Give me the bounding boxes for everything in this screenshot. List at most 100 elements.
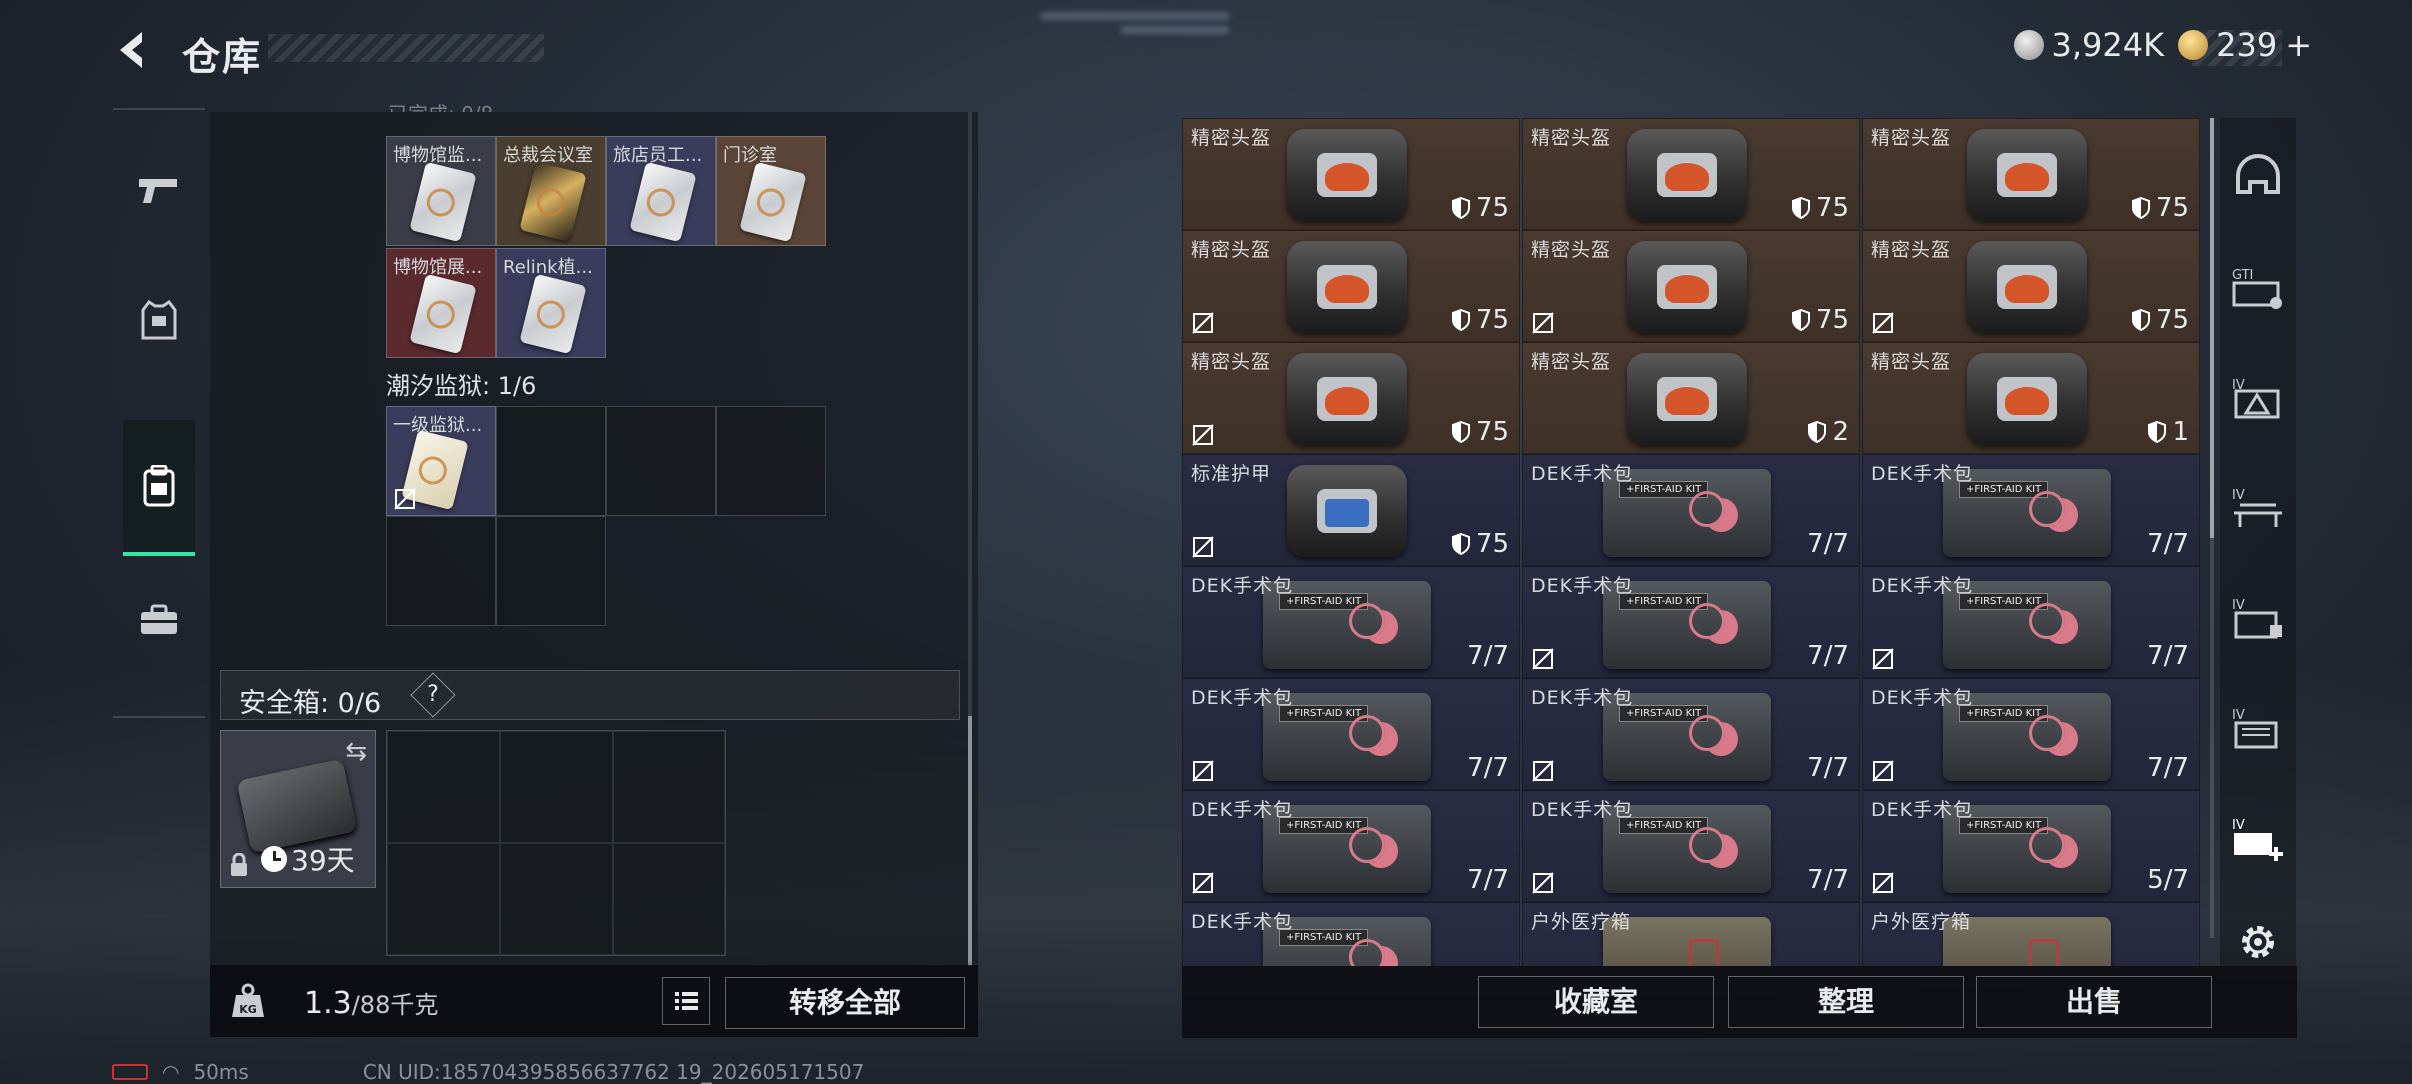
ceiling-light [1120,26,1230,34]
right-scrollbar-thumb[interactable] [2210,118,2214,538]
empty-slot[interactable] [606,406,716,516]
tab-equipment[interactable] [123,280,195,360]
item-name: 精密头盔 [1191,239,1272,261]
help-icon[interactable]: ? [410,672,456,718]
stash-item[interactable]: DEK手术包 7/7 [1182,790,1520,902]
svg-text:GTI: GTI [2232,268,2253,283]
stash-item[interactable]: DEK手术包 7/7 [1522,678,1860,790]
tab-tools[interactable] [123,580,195,660]
item-name: DEK手术包 [1531,575,1634,597]
keycard-slot[interactable]: 一级监狱... [386,406,496,516]
secure-case-slot[interactable]: ⇆ 39天 [220,730,376,888]
keycard-name: 一级监狱... [393,415,483,436]
safe-slot[interactable] [500,731,613,843]
keycard-slot[interactable]: 旅店员工... [606,136,716,246]
stash-item[interactable]: 精密头盔 2 [1522,342,1860,454]
safe-slot[interactable] [613,731,725,843]
clock-icon [261,846,287,872]
item-value-text: 7/7 [1807,641,1849,671]
keycard-slot[interactable]: Relink植... [496,248,606,358]
empty-slot[interactable] [496,406,606,516]
organize-button[interactable]: 整理 [1728,976,1964,1028]
safe-box-grid[interactable] [386,730,726,956]
gold-currency[interactable]: 239 + [2178,26,2312,64]
rail-tab-2[interactable]: GTI [2228,258,2288,318]
item-value: 2 [1808,417,1849,447]
silver-coin-icon [2013,30,2044,60]
keycard-slot[interactable]: 博物馆展... [386,248,496,358]
stash-item[interactable]: 精密头盔 75 [1522,230,1860,342]
rail-tab-6[interactable]: IV [2228,698,2288,758]
stash-item[interactable]: 精密头盔 75 [1182,230,1520,342]
stash-item[interactable]: DEK手术包 7/7 [1522,566,1860,678]
safe-slot[interactable] [613,843,725,955]
helmet-image [1967,241,2087,333]
safe-slot[interactable] [387,731,500,843]
tab-consumables[interactable] [123,420,195,556]
left-scrollbar-thumb[interactable] [968,716,972,966]
stash-item[interactable]: 户外医疗箱 [1522,902,1860,966]
stash-item[interactable]: 精密头盔 75 [1182,342,1520,454]
item-name: 精密头盔 [1531,239,1612,261]
sell-button[interactable]: 出售 [1976,976,2212,1028]
rail-tab-add[interactable]: IV [2228,808,2288,868]
stash-actions-bar: 收藏室 整理 出售 [1182,966,2297,1038]
item-name: 精密头盔 [1871,127,1952,149]
safe-slot[interactable] [500,843,613,955]
keycard-slot[interactable]: 门诊室 [716,136,826,246]
empty-slot[interactable] [386,516,496,626]
list-view-button[interactable] [662,977,710,1025]
stash-item[interactable]: DEK手术包 7/7 [1522,790,1860,902]
stash-item[interactable]: DEK手术包 5/7 [1862,790,2200,902]
item-value: 1 [2148,417,2189,447]
collection-room-button[interactable]: 收藏室 [1478,976,1714,1028]
stash-item[interactable]: DEK手术包 7/7 [1862,454,2200,566]
keycard-slot[interactable]: 总裁会议室 [496,136,606,246]
gold-coin-icon [2178,30,2209,60]
tab-weapons[interactable] [123,150,195,230]
safe-slot[interactable] [387,843,500,955]
item-value-text: 75 [1475,529,1509,559]
stash-item[interactable]: 标准护甲 75 [1182,454,1520,566]
item-value-text: 75 [1475,193,1509,223]
toolbox-icon [141,604,177,634]
silver-currency: 3,924K [2013,26,2165,64]
keycard-slot[interactable]: 博物馆监... [386,136,496,246]
stash-item[interactable]: DEK手术包 7/7 [1182,678,1520,790]
helmet-image [1627,241,1747,333]
empty-slot[interactable] [496,516,606,626]
stash-item[interactable]: DEK手术包 7/7 [1182,566,1520,678]
item-value-text: 1 [2172,417,2189,447]
transfer-all-button[interactable]: 转移全部 [725,977,965,1029]
item-value: 75 [1451,529,1509,559]
rail-tab-5[interactable]: IV [2228,588,2288,648]
stash-item[interactable]: 精密头盔 75 [1182,118,1520,230]
item-value: 75 [1451,417,1509,447]
add-currency-icon[interactable]: + [2285,26,2312,64]
settings-button[interactable] [2228,918,2288,966]
swap-icon[interactable]: ⇆ [345,737,367,767]
back-arrow-icon[interactable] [112,28,156,72]
helmet-icon [2236,154,2280,194]
item-value-text: 75 [2155,305,2189,335]
no-insure-icon [1872,312,1894,334]
stash-item[interactable]: 精密头盔 1 [1862,342,2200,454]
stash-item[interactable]: 户外医疗箱 [1862,902,2200,966]
empty-slot[interactable] [716,406,826,516]
stash-item[interactable]: 精密头盔 75 [1862,118,2200,230]
helmet-image [1967,353,2087,445]
stash-item[interactable]: DEK手术包 7/7 [1522,454,1860,566]
item-name: 精密头盔 [1531,351,1612,373]
stash-item[interactable]: DEK手术包 7/7 [1862,678,2200,790]
stash-item[interactable]: DEK手术包 7/7 [1862,566,2200,678]
rail-tab-3[interactable]: IV [2228,368,2288,428]
silver-amount: 3,924K [2051,26,2165,64]
stash-item[interactable]: 精密头盔 75 [1522,118,1860,230]
item-name: DEK手术包 [1871,575,1974,597]
stash-item[interactable]: DEK手术包 [1182,902,1520,966]
stash-item[interactable]: 精密头盔 75 [1862,230,2200,342]
rail-tab-main[interactable] [2228,148,2288,208]
item-value-text: 7/7 [1467,865,1509,895]
keycard-name: Relink植... [503,257,593,278]
rail-tab-4[interactable]: IV [2228,478,2288,538]
